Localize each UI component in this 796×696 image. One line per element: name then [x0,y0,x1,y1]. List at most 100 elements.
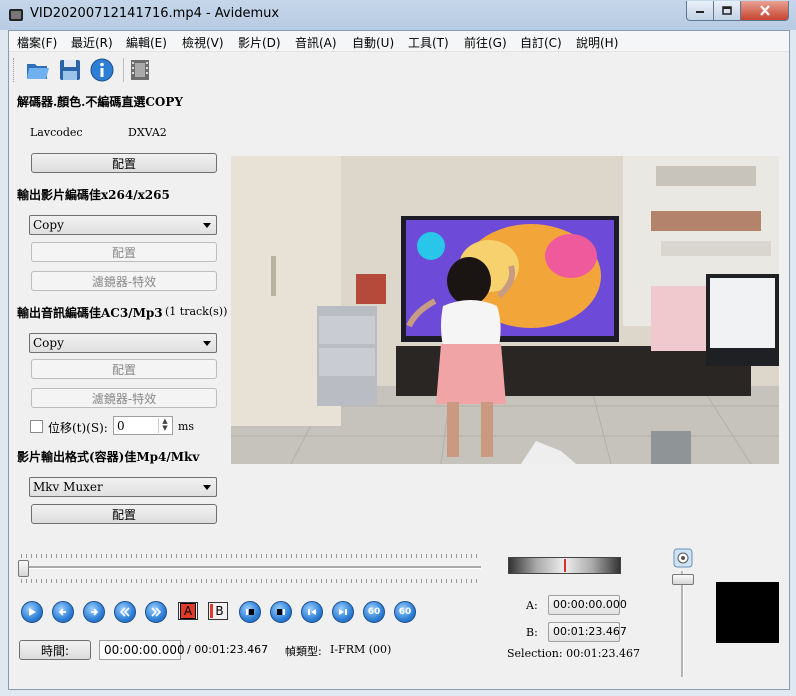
audio-shift-checkbox[interactable] [30,420,43,433]
menu-audio[interactable]: 音訊(A) [295,34,337,51]
marker-b-caption: B: [526,626,538,639]
set-marker-b-button[interactable]: B [208,602,228,620]
video-codec-select[interactable]: Copy [29,215,217,235]
jog-shuttle[interactable] [508,557,621,574]
audio-track-count: (1 track(s)) [165,305,228,318]
menu-bar: 檔案(F) 最近(R) 編輯(E) 檢視(V) 影片(D) 音訊(A) 自動(U… [9,31,789,52]
next-black-frame-icon [277,609,285,615]
prev-keyframe-icon [119,607,130,617]
video-config-button[interactable]: 配置 [31,242,217,262]
toolbar-grip[interactable] [13,58,16,82]
chevron-down-icon [203,223,211,228]
marker-a-time-button[interactable]: 00:00:00.000 [548,595,627,615]
goto-last-icon [339,609,347,615]
time-button[interactable]: 時間: [19,640,91,660]
video-output-heading: 輸出影片編碼佳x264/x265 [17,188,170,202]
play-icon [29,608,36,616]
menu-view[interactable]: 檢視(V) [182,34,224,51]
chevron-down-icon [203,485,211,490]
forward-60-icon: 60 [398,607,412,617]
menu-help[interactable]: 說明(H) [576,34,618,51]
prev-black-frame-button[interactable] [239,601,261,623]
app-window: VID20200712141716.mp4 - Avidemux 檔案(F) 最… [0,0,796,696]
close-button[interactable] [740,1,789,21]
menu-recent[interactable]: 最近(R) [71,34,113,51]
speaker-icon[interactable] [673,548,693,568]
selection-duration: Selection: 00:01:23.467 [507,647,640,660]
seek-ticks-top [21,554,481,558]
menu-goto[interactable]: 前往(G) [464,34,507,51]
goto-last-button[interactable] [332,601,354,623]
total-duration: / 00:01:23.467 [187,643,269,656]
audio-shift-label: 位移(t)(S): [48,421,108,435]
seek-slider-handle[interactable] [18,560,29,577]
seek-ticks-bottom [21,579,481,583]
avidemux-app-icon [9,9,23,21]
next-keyframe-icon [151,607,162,617]
next-frame-icon [91,608,99,616]
video-preview [231,156,779,464]
minimize-button[interactable] [686,1,714,21]
decoder-hw: DXVA2 [128,126,167,139]
goto-first-icon [308,609,316,615]
title-bar: VID20200712141716.mp4 - Avidemux [0,0,796,30]
main-client-area: 檔案(F) 最近(R) 編輯(E) 檢視(V) 影片(D) 音訊(A) 自動(U… [8,30,790,690]
muxer-format-select[interactable]: Mkv Muxer [29,477,217,497]
menu-auto[interactable]: 自動(U) [352,34,394,51]
marker-a-label: A [179,603,197,619]
audio-meter [716,582,779,643]
jog-shuttle-indicator [564,559,566,572]
goto-first-button[interactable] [301,601,323,623]
next-keyframe-button[interactable] [145,601,167,623]
audio-codec-select[interactable]: Copy [29,333,217,353]
prev-keyframe-button[interactable] [114,601,136,623]
muxer-heading: 影片輸出格式(容器)佳Mp4/Mkv [17,450,200,464]
menu-custom[interactable]: 自訂(C) [520,34,562,51]
frame-type-label: 幀類型: [285,645,322,658]
decoder-heading: 解碼器.顏色.不編碼直選COPY [17,95,183,109]
film-strip-icon[interactable] [127,57,153,83]
video-filters-button[interactable]: 濾鏡器-特效 [31,271,217,291]
spin-arrows-icon[interactable]: ▲ ▼ [158,418,171,433]
volume-slider-handle[interactable] [672,574,694,585]
audio-shift-value: 0 [117,419,125,433]
maximize-icon [722,6,732,15]
audio-filters-button[interactable]: 濾鏡器-特效 [31,388,217,408]
frame-type-value: I-FRM (00) [330,643,392,656]
forward-60-button[interactable]: 60 [394,601,416,623]
menu-tools[interactable]: 工具(T) [408,34,449,51]
menu-video[interactable]: 影片(D) [238,34,281,51]
audio-shift-unit: ms [178,420,195,433]
seek-bar[interactable] [18,554,481,584]
save-icon[interactable] [57,57,83,83]
info-icon[interactable] [89,57,115,83]
toolbar-separator [123,58,124,82]
open-file-icon[interactable] [25,57,51,83]
toolbar [9,52,789,88]
prev-frame-icon [58,608,66,616]
marker-b-time-button[interactable]: 00:01:23.467 [548,622,627,642]
current-time-field[interactable]: 00:00:00.000 [99,640,185,660]
video-codec-value: Copy [33,218,64,232]
muxer-config-button[interactable]: 配置 [31,504,217,524]
audio-config-button[interactable]: 配置 [31,359,217,379]
muxer-format-value: Mkv Muxer [33,480,103,494]
minimize-icon [696,10,704,13]
window-title: VID20200712141716.mp4 - Avidemux [30,6,280,21]
back-60-button[interactable]: 60 [363,601,385,623]
prev-frame-button[interactable] [52,601,74,623]
menu-edit[interactable]: 編輯(E) [126,34,167,51]
decoder-config-button[interactable]: 配置 [31,153,217,173]
decoder-lib: Lavcodec [30,126,83,139]
next-frame-button[interactable] [83,601,105,623]
play-button[interactable] [21,601,43,623]
audio-shift-spinbox[interactable]: 0 ▲ ▼ [113,416,173,435]
marker-a-caption: A: [526,599,538,612]
set-marker-a-button[interactable]: A [178,602,198,620]
maximize-button[interactable] [713,1,741,21]
menu-file[interactable]: 檔案(F) [17,34,57,51]
next-black-frame-button[interactable] [270,601,292,623]
volume-slider-track[interactable] [681,571,684,677]
audio-codec-value: Copy [33,336,64,350]
prev-black-frame-icon [246,609,254,615]
